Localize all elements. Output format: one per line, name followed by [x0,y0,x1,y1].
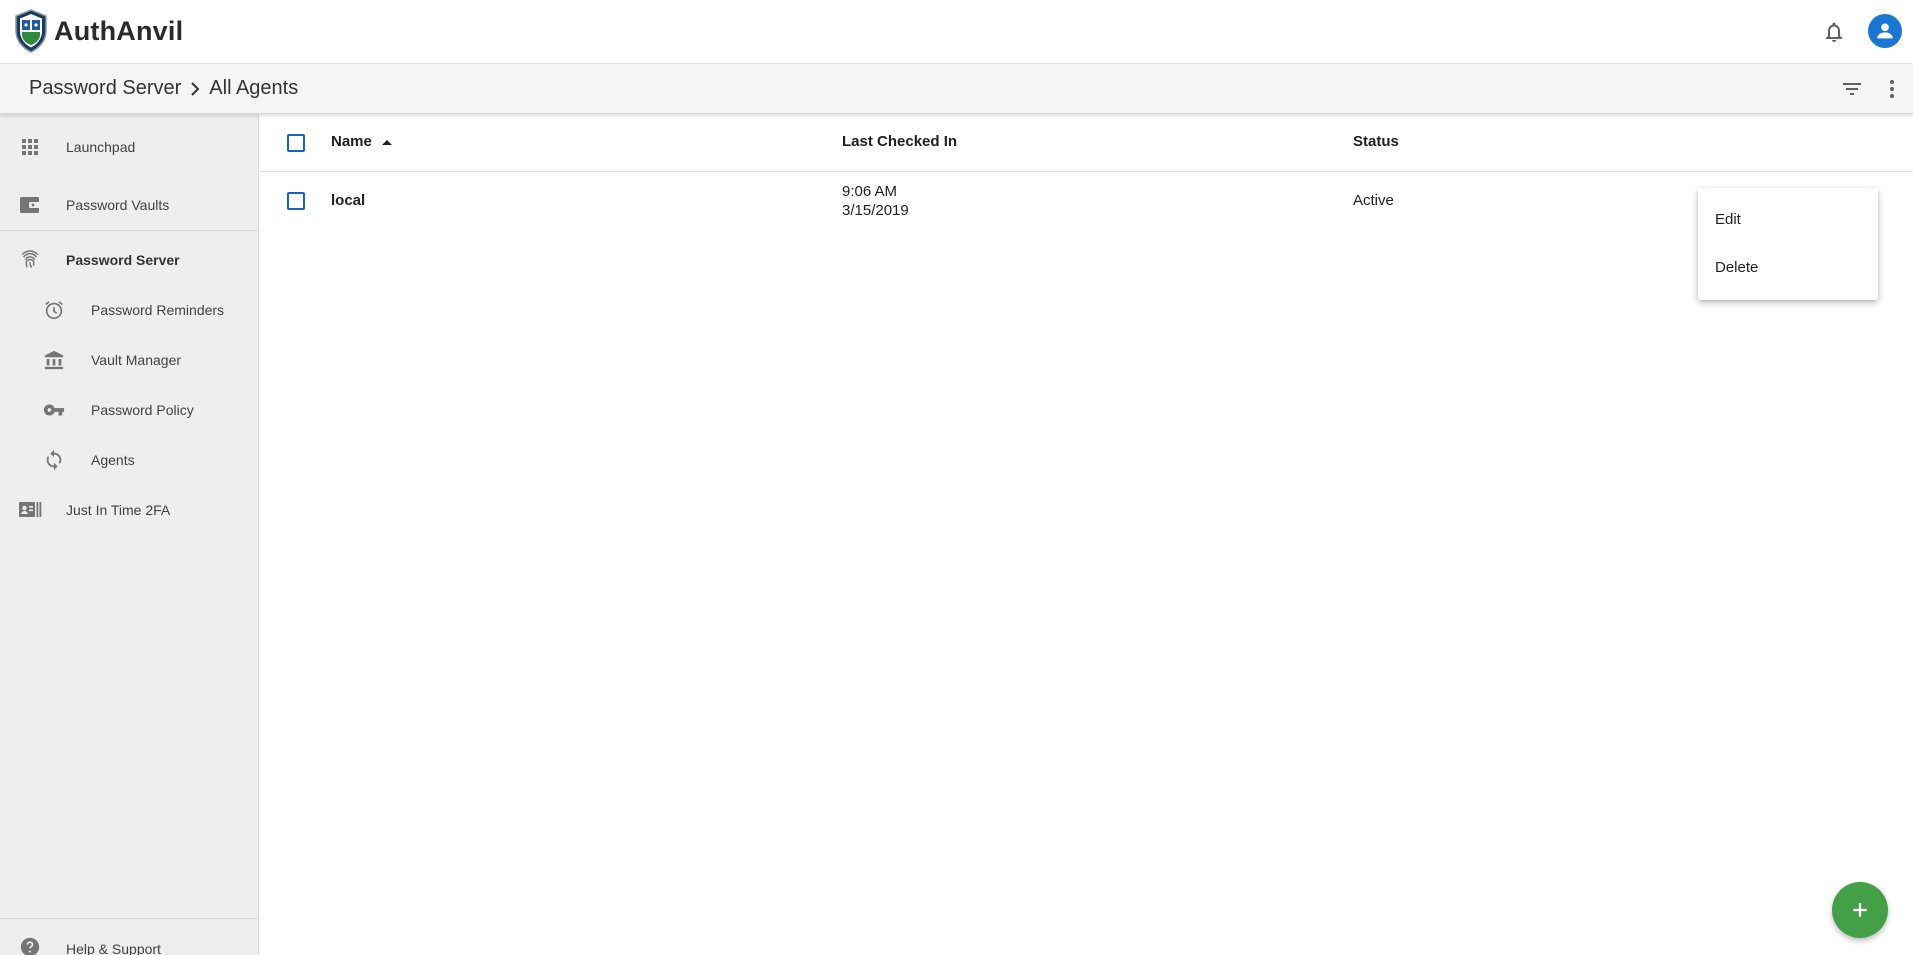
menu-item-delete[interactable]: Delete [1698,244,1878,290]
help-and-support[interactable]: Help & Support [0,918,259,955]
table-header: Name Last Checked In Status [259,114,1913,172]
more-vert-icon[interactable] [1880,77,1904,101]
sidebar-item-label: Launchpad [66,139,136,155]
brand-name: AuthAnvil [54,15,184,46]
breadcrumb-item-all-agents: All Agents [209,77,299,99]
breadcrumb-item-password-server[interactable]: Password Server [29,77,181,100]
filter-icon[interactable] [1840,77,1864,101]
sidebar-item-vault-manager[interactable]: Vault Manager [0,337,259,383]
row-context-menu: Edit Delete [1698,188,1878,300]
agent-name: local [331,192,366,209]
last-checked-in: 9:06 AM 3/15/2019 [842,182,909,220]
chevron-right-icon [187,79,203,99]
user-avatar[interactable] [1868,14,1902,48]
sidebar-item-just-in-time-2fa[interactable]: Just In Time 2FA [0,487,259,533]
column-name-label: Name [331,133,372,150]
column-header-name[interactable]: Name [331,133,396,150]
bank-icon [42,348,66,372]
last-checked-time: 9:06 AM [842,183,898,200]
shield-logo-icon [15,9,47,53]
add-agent-button[interactable] [1832,882,1888,938]
sidebar-item-label: Agents [91,452,135,468]
sidebar-item-label: Just In Time 2FA [66,502,171,518]
breadcrumb: Password Server All Agents [29,77,298,100]
sidebar-item-password-vaults[interactable]: Password Vaults [0,182,259,228]
apps-grid-icon [18,135,42,159]
column-header-last-checked-in[interactable]: Last Checked In [842,133,957,150]
last-checked-date: 3/15/2019 [842,202,909,219]
sidebar-item-label: Vault Manager [91,352,182,368]
row-checkbox[interactable] [287,192,305,210]
top-app-bar: AuthAnvil [0,0,1913,64]
sidebar-item-password-policy[interactable]: Password Policy [0,387,259,433]
sidebar-item-label: Password Reminders [91,302,225,318]
sidebar-item-label: Password Server [66,252,180,268]
sidebar: Launchpad Password Vaults Password Serve… [0,114,259,955]
breadcrumb-bar: Password Server All Agents [0,64,1913,114]
sync-icon [42,448,66,472]
notifications-bell-icon[interactable] [1822,20,1846,44]
plus-icon [1853,903,1867,917]
column-header-status[interactable]: Status [1353,133,1399,150]
app-logo[interactable]: AuthAnvil [14,9,183,53]
account-person-icon [1877,23,1893,39]
fingerprint-icon [18,248,42,272]
help-circle-icon [20,937,40,955]
sidebar-divider [0,230,259,231]
agent-status: Active [1353,192,1394,209]
sidebar-item-label: Password Vaults [66,197,170,213]
sidebar-item-password-reminders[interactable]: Password Reminders [0,287,259,333]
sidebar-item-password-server[interactable]: Password Server [0,237,259,283]
menu-item-edit[interactable]: Edit [1698,196,1878,242]
select-all-checkbox[interactable] [287,134,305,152]
id-card-icon [18,498,42,522]
sidebar-item-launchpad[interactable]: Launchpad [0,124,259,170]
wallet-icon [18,193,42,217]
key-icon [42,398,66,422]
sort-ascending-icon [381,139,392,145]
table-row[interactable]: local 9:06 AM 3/15/2019 Active [259,172,1913,230]
agents-table: Name Last Checked In Status local 9:06 A… [259,114,1913,955]
help-label: Help & Support [66,941,161,955]
sidebar-item-agents[interactable]: Agents [0,437,259,483]
sidebar-item-label: Password Policy [91,402,194,418]
alarm-clock-icon [42,298,66,322]
